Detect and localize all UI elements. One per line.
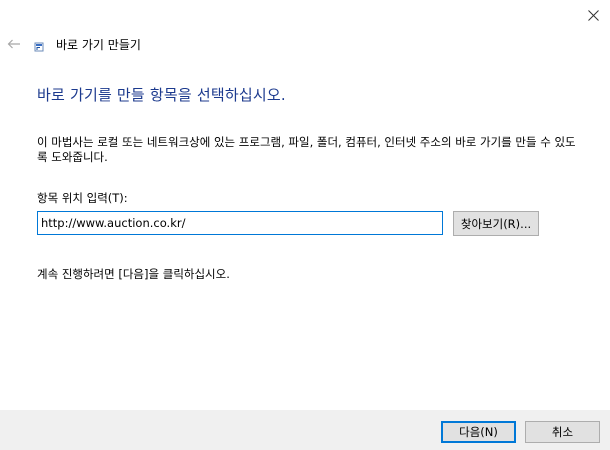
shortcut-icon xyxy=(34,42,44,52)
location-label: 항목 위치 입력(T): xyxy=(37,191,128,205)
browse-button[interactable]: 찾아보기(R)... xyxy=(453,211,539,236)
create-shortcut-dialog: 바로 가기 만들기 바로 가기를 만들 항목을 선택하십시오. 이 마법사는 로… xyxy=(0,0,610,450)
wizard-description: 이 마법사는 로컬 또는 네트워크상에 있는 프로그램, 파일, 폴더, 컴퓨터… xyxy=(37,135,576,164)
close-button[interactable] xyxy=(578,2,608,28)
back-arrow-icon xyxy=(7,39,20,49)
window-title: 바로 가기 만들기 xyxy=(56,38,141,52)
cancel-button[interactable]: 취소 xyxy=(525,421,600,443)
location-input[interactable] xyxy=(37,211,443,235)
page-heading: 바로 가기를 만들 항목을 선택하십시오. xyxy=(37,86,286,104)
instruction-text: 계속 진행하려면 [다음]을 클릭하십시오. xyxy=(37,267,230,281)
dialog-footer xyxy=(0,410,610,450)
next-button[interactable]: 다음(N) xyxy=(441,421,516,443)
close-icon xyxy=(587,9,599,21)
back-button[interactable] xyxy=(4,35,24,53)
